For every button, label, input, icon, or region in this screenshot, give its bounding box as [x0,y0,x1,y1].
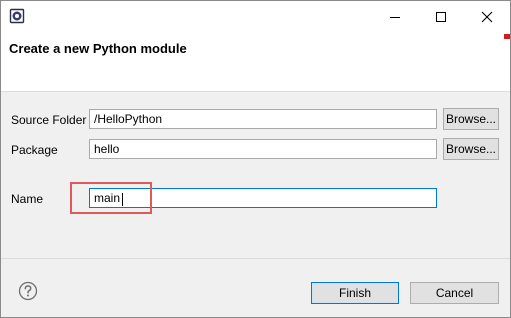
minimize-button[interactable] [372,1,418,32]
browse-package-button[interactable]: Browse... [443,138,499,160]
help-button[interactable] [18,281,38,301]
dialog-title: Create a new Python module [9,41,187,56]
package-input[interactable] [89,139,437,159]
app-icon [9,8,25,24]
source-folder-label: Source Folder [11,113,87,127]
cancel-button[interactable]: Cancel [410,282,499,304]
close-icon [481,11,493,22]
name-label: Name [11,192,44,206]
title-bar [1,1,510,32]
dialog-banner: Create a new Python module [1,32,510,92]
close-button[interactable] [464,1,510,32]
new-python-module-dialog: Create a new Python module Source Folder… [0,0,511,318]
finish-button[interactable]: Finish [311,282,399,304]
source-folder-input[interactable] [89,109,437,129]
help-icon [18,281,38,301]
package-label: Package [11,143,58,157]
maximize-icon [436,11,446,22]
footer-separator [1,258,510,259]
maximize-button[interactable] [418,1,464,32]
text-caret [122,193,123,206]
name-input[interactable] [89,188,437,208]
banner-marker [504,34,510,39]
minimize-icon [390,16,400,18]
browse-source-folder-button[interactable]: Browse... [443,108,499,130]
